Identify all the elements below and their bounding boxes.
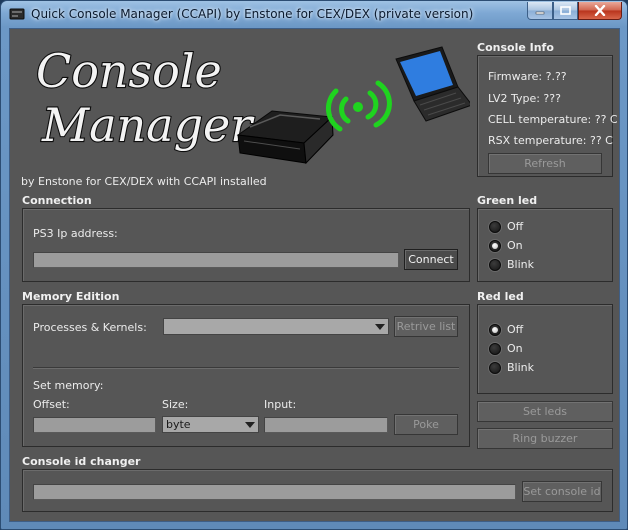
radio-selected-icon	[489, 239, 501, 252]
retrieve-list-button[interactable]: Retrive list	[394, 316, 458, 337]
client-area: Console Manager by Enstone for CEX/DEX w…	[9, 28, 620, 522]
processes-label: Processes & Kernels:	[33, 321, 147, 334]
size-label: Size:	[162, 398, 189, 411]
radio-label: Blink	[507, 258, 535, 271]
offset-input[interactable]	[33, 417, 156, 433]
ps3-console-icon	[236, 110, 334, 165]
logo-line-console: Console	[36, 44, 222, 98]
red-led-on-radio[interactable]: On	[489, 342, 523, 355]
green-led-title: Green led	[477, 194, 538, 207]
close-button[interactable]	[578, 2, 622, 20]
input-value-field[interactable]	[264, 417, 388, 433]
cell-temperature-text: CELL temperature: ?? C	[488, 113, 618, 126]
rsx-temperature-text: RSX temperature: ?? C	[488, 134, 613, 147]
green-led-panel: Off On Blink	[477, 208, 613, 282]
radio-label: Off	[507, 220, 524, 233]
refresh-button[interactable]: Refresh	[488, 153, 602, 174]
radio-icon	[489, 342, 501, 355]
close-icon	[594, 5, 606, 16]
set-console-id-button[interactable]: Set console id	[522, 481, 602, 502]
ring-buzzer-button[interactable]: Ring buzzer	[477, 428, 613, 449]
radio-icon	[489, 220, 501, 233]
chevron-down-icon	[375, 324, 385, 330]
console-id-input[interactable]	[33, 484, 516, 500]
console-id-panel: Set console id	[22, 469, 613, 512]
console-info-title: Console Info	[477, 41, 554, 54]
firmware-text: Firmware: ?.??	[488, 70, 567, 83]
logo-subtitle: by Enstone for CEX/DEX with CCAPI instal…	[21, 175, 267, 188]
memory-edition-panel: Processes & Kernels: Retrive list Set me…	[22, 304, 470, 447]
chevron-down-icon	[245, 422, 255, 428]
processes-select[interactable]	[163, 318, 389, 335]
laptop-icon	[395, 46, 470, 122]
radio-label: On	[507, 342, 523, 355]
input-label: Input:	[264, 398, 297, 411]
red-led-blink-radio[interactable]: Blink	[489, 361, 534, 374]
ps3-ip-input[interactable]	[33, 252, 399, 268]
radio-label: Blink	[507, 361, 535, 374]
lv2-type-text: LV2 Type: ???	[488, 92, 561, 105]
set-memory-label: Set memory:	[33, 379, 104, 392]
red-led-off-radio[interactable]: Off	[489, 323, 523, 336]
ps3-ip-label: PS3 Ip address:	[33, 227, 118, 240]
red-led-panel: Off On Blink	[477, 304, 613, 394]
logo-line-manager: Manager	[41, 98, 255, 152]
radio-icon	[489, 361, 501, 374]
divider	[33, 367, 459, 369]
minimize-icon	[535, 11, 545, 14]
memory-edition-title: Memory Edition	[22, 290, 120, 303]
set-leds-button[interactable]: Set leds	[477, 401, 613, 422]
green-led-blink-radio[interactable]: Blink	[489, 258, 534, 271]
radio-label: On	[507, 239, 523, 252]
app-icon	[9, 8, 25, 20]
connection-title: Connection	[22, 194, 92, 207]
minimize-button[interactable]	[527, 2, 553, 20]
radio-selected-icon	[489, 323, 501, 336]
offset-label: Offset:	[33, 398, 70, 411]
console-id-title: Console id changer	[22, 455, 141, 468]
window-controls	[527, 2, 622, 20]
title-bar[interactable]: Quick Console Manager (CCAPI) by Enstone…	[1, 1, 627, 27]
green-led-on-radio[interactable]: On	[489, 239, 523, 252]
connect-button[interactable]: Connect	[404, 249, 458, 270]
poke-button[interactable]: Poke	[394, 414, 458, 435]
wireless-signal-icon	[325, 80, 392, 132]
radio-icon	[489, 258, 501, 271]
size-value: byte	[166, 418, 191, 431]
red-led-title: Red led	[477, 290, 524, 303]
connection-panel: PS3 Ip address: Connect	[22, 208, 470, 282]
maximize-icon	[560, 6, 571, 15]
app-window: Quick Console Manager (CCAPI) by Enstone…	[0, 0, 628, 530]
maximize-button[interactable]	[553, 2, 578, 20]
size-select[interactable]: byte	[162, 416, 259, 433]
logo-banner: Console Manager	[35, 43, 470, 165]
green-led-off-radio[interactable]: Off	[489, 220, 523, 233]
radio-label: Off	[507, 323, 524, 336]
console-info-panel: Firmware: ?.?? LV2 Type: ??? CELL temper…	[477, 55, 618, 177]
window-title: Quick Console Manager (CCAPI) by Enstone…	[31, 7, 474, 21]
